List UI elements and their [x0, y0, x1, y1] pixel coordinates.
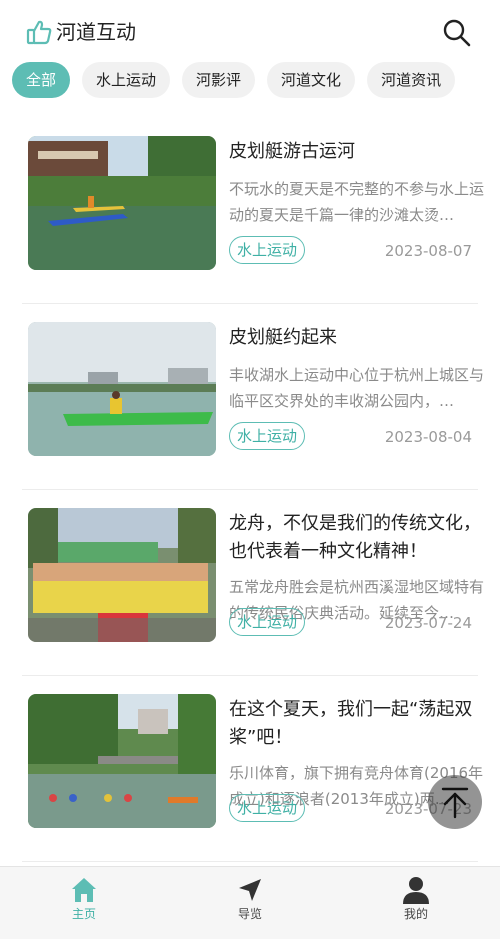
article-thumbnail: [28, 508, 216, 642]
article-title: 龙舟，不仅是我们的传统文化，也代表着一种文化精神！: [229, 513, 481, 562]
back-to-top-button[interactable]: [428, 775, 482, 829]
arrow-up-to-top-icon: [428, 787, 482, 833]
article-card[interactable]: 皮划艇约起来 丰收湖水上运动中心位于杭州上城区与临平区交界处的丰收湖公园内，… …: [22, 304, 484, 490]
nav-profile-label: 我的: [403, 907, 428, 921]
article-card[interactable]: 皮划艇游古运河 不玩水的夏天是不完整的不参与水上运动的夏天是千篇一律的沙滩太烫……: [22, 118, 484, 304]
navigation-arrow-icon: [235, 875, 265, 905]
article-tag[interactable]: 水上运动: [229, 608, 306, 636]
nav-guide-label: 导览: [237, 907, 262, 921]
article-tag[interactable]: 水上运动: [229, 236, 306, 264]
article-card[interactable]: 龙舟，不仅是我们的传统文化，也代表着一种文化精神！ 五常龙舟胜会是杭州西溪湿地区…: [22, 490, 484, 676]
article-description: 丰收湖水上运动中心位于杭州上城区与临平区交界处的丰收湖公园内，…: [229, 366, 485, 410]
tab-water-sports[interactable]: 水上运动: [82, 62, 171, 98]
article-tag[interactable]: 水上运动: [229, 422, 306, 450]
article-thumbnail: [28, 322, 216, 456]
search-icon[interactable]: [440, 16, 472, 48]
article-title: 皮划艇游古运河: [229, 141, 355, 162]
tab-river-reviews[interactable]: 河影评: [182, 62, 256, 98]
article-thumbnail: [28, 694, 216, 828]
nav-home[interactable]: 主页: [44, 875, 124, 923]
nav-home-label: 主页: [71, 907, 96, 921]
article-title: 皮划艇约起来: [229, 327, 337, 348]
article-date: 2023-07-24: [384, 614, 472, 632]
home-icon: [69, 875, 99, 905]
tab-all[interactable]: 全部: [12, 62, 71, 98]
article-thumbnail: [28, 136, 216, 270]
tab-river-news[interactable]: 河道资讯: [367, 62, 456, 98]
bottom-nav: 主页 导览 我的: [0, 866, 500, 939]
tab-river-culture[interactable]: 河道文化: [267, 62, 356, 98]
article-description: 不玩水的夏天是不完整的不参与水上运动的夏天是千篇一律的沙滩太烫…: [229, 180, 485, 224]
app-title: 河道互动: [56, 20, 136, 44]
category-tabs: 全部 水上运动 河影评 河道文化 河道资讯: [12, 62, 456, 100]
nav-profile[interactable]: 我的: [376, 875, 456, 923]
nav-guide[interactable]: 导览: [210, 875, 290, 923]
thumbs-up-icon: [25, 18, 53, 46]
article-date: 2023-08-04: [384, 428, 472, 446]
header: 河道互动: [0, 0, 500, 62]
article-card[interactable]: 在这个夏天，我们一起“荡起双桨”吧！ 乐川体育，旗下拥有竞舟体育(2016年成立…: [22, 676, 483, 862]
article-date: 2023-08-07: [384, 242, 472, 260]
user-icon: [401, 875, 431, 905]
article-tag[interactable]: 水上运动: [229, 794, 306, 822]
article-title: 在这个夏天，我们一起“荡起双桨”吧！: [229, 699, 473, 748]
